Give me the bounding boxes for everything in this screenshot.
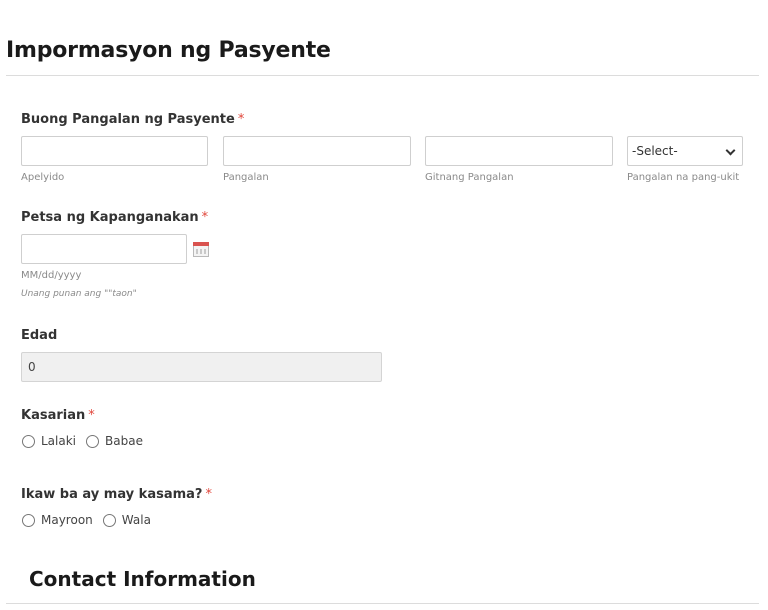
full-name-label: Buong Pangalan ng Pasyente * (21, 112, 244, 127)
full-name-label-text: Buong Pangalan ng Pasyente (21, 112, 235, 127)
first-name-input[interactable] (223, 136, 411, 166)
suffix-sublabel: Pangalan na pang-ukit (627, 172, 740, 183)
radio-button[interactable] (102, 513, 116, 527)
radio-button[interactable] (22, 434, 35, 448)
required-asterisk: * (237, 112, 245, 127)
first-name-sublabel: Pangalan (223, 172, 269, 183)
companion-option-yes[interactable]: Mayroon (22, 513, 93, 527)
required-asterisk: * (88, 408, 95, 423)
section-divider (6, 75, 759, 76)
companion-option-label: Mayroon (41, 513, 93, 527)
sex-label: Kasarian * (21, 408, 95, 423)
middle-name-sublabel: Gitnang Pangalan (425, 172, 514, 183)
last-name-sublabel: Apelyido (21, 172, 65, 183)
last-name-input[interactable] (21, 136, 208, 166)
suffix-select[interactable]: -Select- (627, 136, 743, 166)
sex-option-male[interactable]: Lalaki (22, 434, 76, 448)
birth-date-input[interactable] (21, 234, 187, 264)
birth-date-label-text: Petsa ng Kapanganakan (21, 210, 199, 225)
sex-label-text: Kasarian (21, 408, 86, 423)
chevron-down-icon (725, 145, 736, 156)
suffix-select-value: -Select- (632, 144, 678, 158)
companion-label: Ikaw ba ay may kasama? * (21, 487, 212, 502)
sex-option-label: Babae (105, 434, 143, 448)
section-title-contact-info: Contact Information (29, 567, 256, 591)
required-asterisk: * (205, 487, 212, 502)
sex-option-female[interactable]: Babae (86, 434, 143, 448)
age-readonly-field: 0 (21, 352, 382, 382)
calendar-icon[interactable] (193, 242, 209, 257)
section-title-patient-info: Impormasyon ng Pasyente (6, 38, 331, 63)
section-divider (6, 603, 759, 604)
sex-radio-group: Lalaki Babae (22, 434, 153, 448)
birth-date-label: Petsa ng Kapanganakan * (21, 210, 208, 225)
middle-name-input[interactable] (425, 136, 613, 166)
birth-date-note: Unang punan ang ""taon" (21, 289, 137, 299)
required-asterisk: * (201, 210, 209, 225)
radio-button[interactable] (86, 434, 100, 448)
radio-button[interactable] (22, 513, 35, 527)
companion-label-text: Ikaw ba ay may kasama? (21, 487, 203, 502)
companion-option-label: Wala (121, 513, 151, 527)
sex-option-label: Lalaki (41, 434, 77, 448)
companion-radio-group: Mayroon Wala (22, 513, 161, 527)
companion-option-no[interactable]: Wala (102, 513, 151, 527)
age-label: Edad (21, 328, 58, 343)
birth-date-format-hint: MM/dd/yyyy (21, 270, 82, 281)
